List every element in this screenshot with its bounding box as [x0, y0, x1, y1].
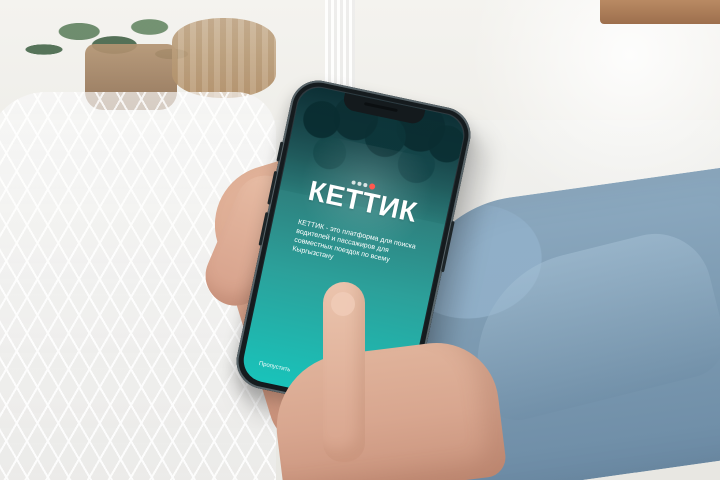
wooden-cabinet — [600, 0, 720, 24]
hanging-chair-rope — [325, 0, 355, 88]
photo-scene: КЕТТИК КЕТТИК - это платформа для поиска… — [0, 0, 720, 480]
fingertip-highlight — [331, 292, 355, 316]
woven-basket — [172, 18, 276, 98]
skip-button[interactable]: Пропустить — [258, 360, 291, 375]
